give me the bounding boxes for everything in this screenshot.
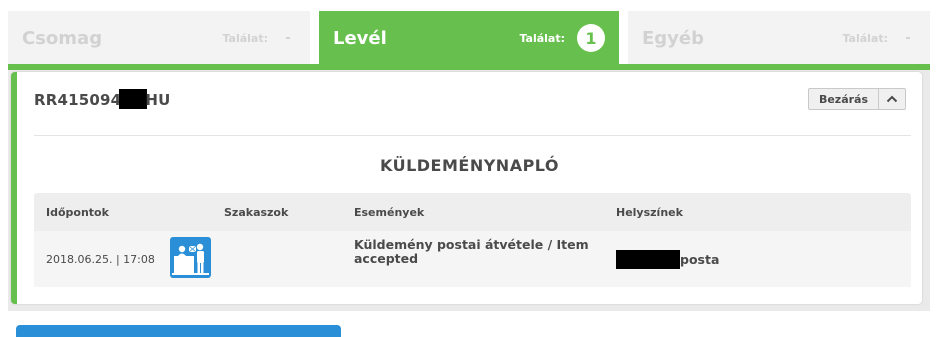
redaction-bar — [119, 89, 148, 109]
item-card: RR415094 HU Bezárás KÜLDEMÉNYNAPLÓ Időpon… — [11, 72, 922, 304]
column-header-stages: Szakaszok — [224, 206, 289, 219]
tracking-number: RR415094 HU — [34, 89, 170, 109]
tab-level[interactable]: Levél Találat: 1 — [319, 11, 619, 65]
column-header-locations: Helyszínek — [616, 206, 683, 219]
active-tab-underline — [8, 64, 930, 70]
close-button-label: Bezárás — [809, 89, 879, 109]
redaction-bar — [616, 250, 680, 269]
column-header-events: Események — [354, 206, 425, 219]
log-table: Időpontok Szakaszok Események Helyszínek… — [34, 193, 911, 287]
close-button[interactable]: Bezárás — [808, 88, 906, 110]
tab-hits-value: - — [285, 30, 291, 46]
location-suffix: posta — [680, 252, 720, 267]
table-row: 2018.06.25. | 17:08 Küldemény postai átv… — [34, 231, 911, 287]
column-header-times: Időpontok — [46, 206, 109, 219]
tab-hits-label: Találat: — [842, 31, 888, 45]
divider — [34, 135, 911, 136]
event-time: 2018.06.25. | 17:08 — [46, 253, 155, 266]
event-description: Küldemény postai átvétele / Item accepte… — [354, 237, 589, 266]
tab-label: Egyéb — [642, 27, 705, 49]
postal-counter-icon — [170, 237, 211, 278]
result-tabs: Csomag Találat: - Levél Találat: 1 Egyéb… — [8, 11, 930, 65]
tab-hits-label: Találat: — [519, 31, 565, 45]
tab-hits-value: - — [905, 30, 911, 46]
table-header: Időpontok Szakaszok Események Helyszínek — [34, 193, 911, 231]
event-location: posta — [616, 250, 719, 269]
tab-csomag[interactable]: Csomag Találat: - — [8, 11, 310, 65]
bottom-action-button[interactable] — [16, 325, 341, 337]
hits-count-badge: 1 — [577, 24, 605, 52]
tab-label: Csomag — [22, 27, 103, 49]
log-title: KÜLDEMÉNYNAPLÓ — [379, 156, 560, 175]
tab-label: Levél — [333, 27, 387, 49]
chevron-up-icon — [879, 89, 905, 109]
tracking-suffix: HU — [145, 91, 171, 109]
tracking-prefix: RR415094 — [34, 91, 122, 109]
tab-egyeb[interactable]: Egyéb Találat: - — [628, 11, 930, 65]
tab-hits-label: Találat: — [222, 31, 268, 45]
